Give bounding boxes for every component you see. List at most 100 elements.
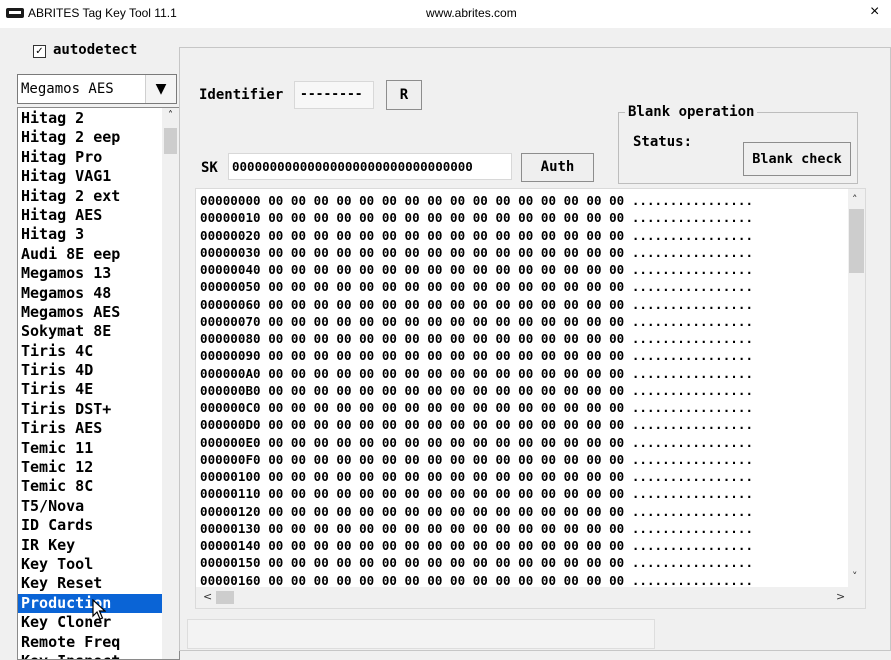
hex-row: 000000D0 00 00 00 00 00 00 00 00 00 00 0… (200, 416, 753, 433)
list-scroll-thumb[interactable] (164, 128, 177, 154)
list-item[interactable]: Megamos 48 (18, 284, 162, 303)
hex-row: 00000150 00 00 00 00 00 00 00 00 00 00 0… (200, 554, 753, 571)
hex-ascii: ................ (631, 417, 754, 433)
hex-address: 00000060 (200, 296, 261, 312)
hex-address: 00000000 (200, 193, 261, 208)
hex-bytes: 00 00 00 00 00 00 00 00 00 00 00 00 00 0… (268, 244, 625, 260)
hex-bytes: 00 00 00 00 00 00 00 00 00 00 00 00 00 0… (268, 313, 625, 329)
list-item[interactable]: Tiris 4C (18, 342, 162, 361)
hex-address: 00000110 (200, 486, 261, 502)
chevron-down-icon[interactable]: ▼ (145, 75, 176, 103)
status-label: Status: (633, 134, 693, 150)
hex-ascii: ................ (631, 331, 754, 346)
list-item[interactable]: Temic 11 (18, 439, 162, 458)
list-item[interactable]: Temic 12 (18, 458, 162, 477)
hex-row: 00000070 00 00 00 00 00 00 00 00 00 00 0… (200, 313, 753, 330)
list-item[interactable]: Hitag 3 (18, 225, 162, 244)
hex-vertical-scroll-thumb[interactable] (849, 209, 864, 273)
hex-address: 00000090 (200, 348, 261, 364)
hex-bytes: 00 00 00 00 00 00 00 00 00 00 00 00 00 0… (268, 520, 625, 536)
hex-row: 000000A0 00 00 00 00 00 00 00 00 00 00 0… (200, 365, 753, 382)
hex-dump-rows: 00000000 00 00 00 00 00 00 00 00 00 00 0… (200, 192, 753, 589)
list-item[interactable]: Hitag Pro (18, 148, 162, 167)
hex-row: 00000110 00 00 00 00 00 00 00 00 00 00 0… (200, 485, 753, 502)
list-scrollbar[interactable]: ˄ (162, 108, 179, 659)
hex-ascii: ................ (631, 469, 754, 484)
transponder-combobox[interactable]: Megamos AES ▼ (17, 74, 177, 104)
hex-bytes: 00 00 00 00 00 00 00 00 00 00 00 00 00 0… (268, 486, 625, 502)
hex-row: 00000030 00 00 00 00 00 00 00 00 00 00 0… (200, 244, 753, 261)
auth-button[interactable]: Auth (521, 153, 594, 182)
list-item[interactable]: Hitag 2 ext (18, 187, 162, 206)
scroll-up-icon[interactable]: ˄ (162, 110, 179, 121)
hex-address: 000000F0 (200, 451, 261, 467)
list-item[interactable]: Tiris DST+ (18, 400, 162, 419)
hex-row: 00000050 00 00 00 00 00 00 00 00 00 00 0… (200, 278, 753, 295)
transponder-list[interactable]: Hitag 2 Hitag 2 eep Hitag Pro Hitag VAG1 Hit… (17, 107, 180, 660)
scroll-left-icon[interactable]: < (203, 590, 212, 603)
blank-check-button[interactable]: Blank check (743, 142, 851, 176)
list-item[interactable]: Key Cloner (18, 613, 162, 632)
scroll-right-icon[interactable]: > (836, 590, 845, 603)
status-bar (187, 619, 655, 649)
list-item[interactable]: Temic 8C (18, 477, 162, 496)
hex-address: 000000C0 (200, 400, 261, 415)
list-item[interactable]: IR Key (18, 536, 162, 555)
hex-ascii: ................ (631, 227, 754, 243)
hex-ascii: ................ (631, 313, 754, 329)
list-item[interactable]: ID Cards (18, 516, 162, 535)
hex-row: 00000000 00 00 00 00 00 00 00 00 00 00 0… (200, 192, 753, 209)
list-item[interactable]: Key Tool (18, 555, 162, 574)
list-item[interactable]: Audi 8E eep (18, 245, 162, 264)
hex-horizontal-scrollbar[interactable]: < > (196, 587, 865, 608)
list-item[interactable]: Hitag VAG1 (18, 167, 162, 186)
hex-ascii: ................ (631, 365, 754, 381)
list-item[interactable]: Megamos AES (18, 303, 162, 322)
hex-bytes: 00 00 00 00 00 00 00 00 00 00 00 00 00 0… (268, 451, 625, 467)
scroll-up-icon[interactable]: ˄ (852, 193, 858, 206)
title-bar: ABRITES Tag Key Tool 11.1 www.abrites.co… (0, 0, 891, 28)
sk-input[interactable]: 00000000000000000000000000000000 (228, 153, 512, 180)
window-title: ABRITES Tag Key Tool 11.1 (28, 6, 177, 20)
hex-address: 000000B0 (200, 382, 261, 398)
hex-address: 00000030 (200, 244, 261, 260)
hex-address: 000000E0 (200, 434, 261, 450)
hex-address: 00000140 (200, 538, 261, 553)
hex-address: 00000040 (200, 262, 261, 277)
hex-ascii: ................ (631, 262, 754, 277)
list-item[interactable]: Tiris AES (18, 419, 162, 438)
close-icon[interactable]: × (870, 3, 879, 21)
list-item[interactable]: Tiris 4D (18, 361, 162, 380)
hex-ascii: ................ (631, 296, 754, 312)
list-item[interactable]: Tiris 4E (18, 380, 162, 399)
hex-row: 00000060 00 00 00 00 00 00 00 00 00 00 0… (200, 296, 753, 313)
hex-row: 000000F0 00 00 00 00 00 00 00 00 00 00 0… (200, 451, 753, 468)
list-item[interactable]: Key Inspect (18, 652, 162, 659)
hex-bytes: 00 00 00 00 00 00 00 00 00 00 00 00 00 0… (268, 279, 625, 295)
list-item[interactable]: Key Reset (18, 574, 162, 593)
list-item[interactable]: Remote Freq (18, 633, 162, 652)
list-item[interactable]: Hitag AES (18, 206, 162, 225)
hex-horizontal-scroll-thumb[interactable] (216, 591, 234, 604)
list-item[interactable]: Production (18, 593, 162, 614)
hex-dump-view[interactable]: 00000000 00 00 00 00 00 00 00 00 00 00 0… (195, 188, 866, 609)
read-button[interactable]: R (386, 80, 422, 110)
hex-address: 00000080 (200, 331, 261, 346)
hex-ascii: ................ (631, 486, 754, 502)
hex-row: 00000040 00 00 00 00 00 00 00 00 00 00 0… (200, 261, 753, 278)
hex-vertical-scrollbar[interactable]: ˄ ˅ (848, 189, 865, 587)
list-item[interactable]: Megamos 13 (18, 264, 162, 283)
hex-bytes: 00 00 00 00 00 00 00 00 00 00 00 00 00 0… (268, 227, 625, 243)
list-item[interactable]: T5/Nova (18, 497, 162, 516)
autodetect-checkbox[interactable]: ✓ (33, 45, 46, 58)
scroll-down-icon[interactable]: ˅ (852, 570, 858, 583)
list-item[interactable]: Sokymat 8E (18, 322, 162, 341)
hex-ascii: ................ (631, 279, 754, 295)
hex-ascii: ................ (631, 520, 754, 536)
list-item[interactable]: Hitag 2 (18, 109, 162, 128)
hex-bytes: 00 00 00 00 00 00 00 00 00 00 00 00 00 0… (268, 469, 625, 484)
list-item[interactable]: Hitag 2 eep (18, 128, 162, 147)
hex-bytes: 00 00 00 00 00 00 00 00 00 00 00 00 00 0… (268, 348, 625, 364)
hex-bytes: 00 00 00 00 00 00 00 00 00 00 00 00 00 0… (268, 538, 625, 553)
mouse-pointer-icon (92, 599, 106, 620)
